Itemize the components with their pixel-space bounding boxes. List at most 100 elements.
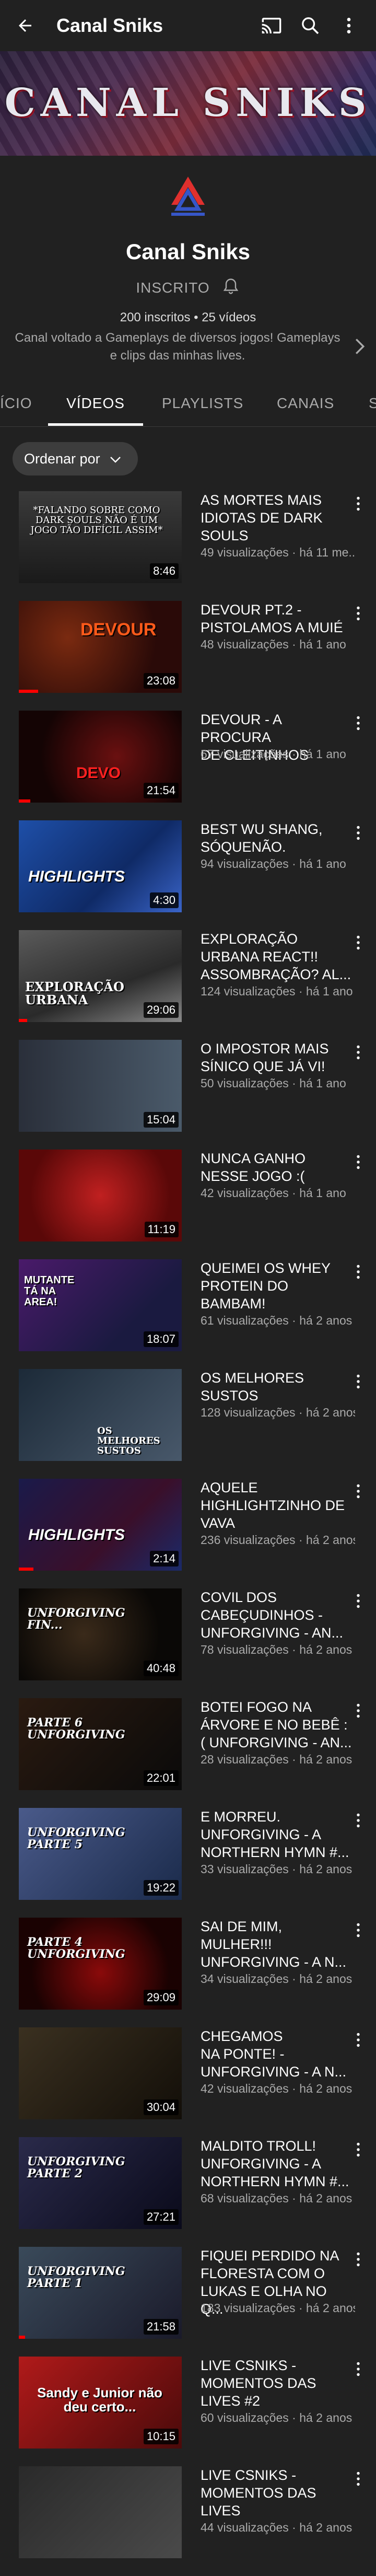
video-more-options-icon[interactable] xyxy=(353,1043,363,1064)
video-title[interactable]: LIVE CSNIKS - MOMENTOS DAS LIVES #2 xyxy=(201,2357,352,2410)
video-item[interactable]: 11:19 NUNCA GANHO NESSE JOGO :(42 visualiz… xyxy=(0,1150,376,1259)
video-item[interactable]: HIGHLIGHTS 4:30 BEST WU SHANG, SÓQUENÃO. 94 … xyxy=(0,820,376,930)
video-thumbnail[interactable]: HIGHLIGHTS 2:14 xyxy=(19,1479,182,1571)
video-title-line: LIVE CSNIKS - xyxy=(201,2467,297,2483)
video-more-options-icon[interactable] xyxy=(353,1262,363,1283)
channel-description[interactable]: Canal voltado a Gameplays de diversos jo… xyxy=(10,329,345,365)
sort-dropdown[interactable]: Ordenar por xyxy=(13,442,138,475)
video-item[interactable]: OS MELHORES SUSTOS OS MELHORES SUSTOS 128 v… xyxy=(0,1369,376,1479)
video-item[interactable]: PARTE 6 UNFORGIVING 22:01 BOTEI FOGO NA ÁRV… xyxy=(0,1698,376,1808)
video-title[interactable]: MALDITO TROLL! UNFORGIVING - A NORTHERN HY… xyxy=(201,2137,352,2190)
video-thumbnail[interactable]: HIGHLIGHTS 4:30 xyxy=(19,820,182,912)
description-line-2: e clips das minhas lives. xyxy=(110,349,245,363)
video-item[interactable]: DEVO 21:54 DEVOUR - A PROCURA DE CLEITINHOS… xyxy=(0,711,376,820)
video-more-options-icon[interactable] xyxy=(353,1592,363,1612)
video-title[interactable]: DEVOUR PT.2 - PISTOLAMOS A MUIÉ xyxy=(201,601,352,636)
video-thumbnail[interactable]: UNFORGIVING PARTE 2 27:21 xyxy=(19,2137,182,2229)
back-arrow-icon[interactable] xyxy=(15,15,36,36)
video-title[interactable]: BEST WU SHANG, SÓQUENÃO. xyxy=(201,820,352,856)
tab-canais[interactable]: CANAIS xyxy=(277,380,334,426)
more-options-icon[interactable] xyxy=(337,14,360,37)
video-more-options-icon[interactable] xyxy=(353,1701,363,1722)
video-more-options-icon[interactable] xyxy=(353,714,363,735)
video-duration: 29:06 xyxy=(143,1002,179,1018)
cast-icon[interactable] xyxy=(260,14,283,37)
video-title[interactable]: CHEGAMOS NA PONTE! - UNFORGIVING - A N... xyxy=(201,2027,352,2081)
video-more-options-icon[interactable] xyxy=(353,2360,363,2381)
chevron-right-icon[interactable] xyxy=(353,338,367,358)
video-item[interactable]: HIGHLIGHTS 2:14 AQUELE HIGHLIGHTZINHO DE VAV… xyxy=(0,1479,376,1588)
video-item[interactable]: 15:04 O IMPOSTOR MAIS SÍNICO QUE JÁ VI! 50 … xyxy=(0,1040,376,1150)
video-title[interactable]: BOTEI FOGO NA ÁRVORE E NO BEBÊ : ( UNFORGI… xyxy=(201,1698,352,1751)
video-title[interactable]: O IMPOSTOR MAIS SÍNICO QUE JÁ VI! xyxy=(201,1040,352,1075)
video-thumbnail[interactable]: 11:19 xyxy=(19,1150,182,1241)
tab-videos[interactable]: VÍDEOS xyxy=(48,380,143,426)
video-more-options-icon[interactable] xyxy=(353,1811,363,1832)
video-title[interactable]: OS MELHORES SUSTOS xyxy=(201,1369,352,1405)
tab-sobre[interactable]: S xyxy=(369,380,376,426)
video-title[interactable]: COVIL DOS CABEÇUDINHOS - UNFORGIVING - AN.… xyxy=(201,1588,352,1642)
video-item[interactable]: UNFORGIVING PARTE 5 19:22 E MORREU. UNFORGI… xyxy=(0,1808,376,1918)
video-thumbnail[interactable]: OS MELHORES SUSTOS xyxy=(19,1369,182,1461)
video-item[interactable]: MUTANTE TÁ NA AREA! 18:07 QUEIMEI OS WHEY P… xyxy=(0,1259,376,1369)
video-more-options-icon[interactable] xyxy=(353,2030,363,2051)
video-thumbnail[interactable]: Sandy e Junior não deu certo... 10:15 xyxy=(19,2357,182,2449)
thumbnail-text: MUTANTE TÁ NA AREA! xyxy=(24,1274,75,1308)
video-thumbnail[interactable]: *FALANDO SOBRE COMO DARK SOULS NÃO É UM … xyxy=(19,491,182,583)
video-item[interactable]: UNFORGIVING PARTE 2 27:21 MALDITO TROLL! UN… xyxy=(0,2137,376,2247)
video-item[interactable]: Sandy e Junior não deu certo... 10:15 LIVE… xyxy=(0,2357,376,2466)
video-title[interactable]: QUEIMEI OS WHEY PROTEIN DO BAMBAM! xyxy=(201,1259,352,1313)
video-item[interactable]: EXPLORAÇÃO URBANA 29:06 EXPLORAÇÃO URBANA R… xyxy=(0,930,376,1040)
video-item[interactable]: *FALANDO SOBRE COMO DARK SOULS NÃO É UM … xyxy=(0,491,376,601)
video-thumbnail[interactable]: 30:04 xyxy=(19,2027,182,2119)
video-thumbnail[interactable]: PARTE 4 UNFORGIVING 29:09 xyxy=(19,1918,182,2010)
video-more-options-icon[interactable] xyxy=(353,1372,363,1393)
video-item[interactable]: UNFORGIVING PARTE 1 21:58 FIQUEI PERDIDO N… xyxy=(0,2247,376,2357)
video-thumbnail[interactable]: UNFORGIVING PARTE 5 19:22 xyxy=(19,1808,182,1900)
video-more-options-icon[interactable] xyxy=(353,1482,363,1503)
video-more-options-icon[interactable] xyxy=(353,2140,363,2161)
notification-bell-icon[interactable] xyxy=(221,277,240,298)
video-more-options-icon[interactable] xyxy=(353,2250,363,2271)
subscribed-button[interactable]: INSCRITO xyxy=(136,280,209,296)
tab-playlists[interactable]: PLAYLISTS xyxy=(162,380,243,426)
video-title[interactable]: AS MORTES MAIS IDIOTAS DE DARK SOULS xyxy=(201,491,352,544)
video-title[interactable]: NUNCA GANHO NESSE JOGO :( xyxy=(201,1150,352,1185)
video-duration: 23:08 xyxy=(143,673,179,689)
video-more-options-icon[interactable] xyxy=(353,494,363,515)
thumbnail-text: UNFORGIVING PARTE 2 xyxy=(27,2155,125,2181)
video-more-options-icon[interactable] xyxy=(353,2469,363,2490)
video-more-options-icon[interactable] xyxy=(353,1921,363,1942)
video-thumbnail[interactable]: MUTANTE TÁ NA AREA! 18:07 xyxy=(19,1259,182,1351)
video-item[interactable]: DEVOUR 23:08 DEVOUR PT.2 - PISTOLAMOS A MUI… xyxy=(0,601,376,711)
video-title[interactable]: E MORREU. UNFORGIVING - A NORTHERN HYMN #.… xyxy=(201,1808,352,1861)
video-thumbnail[interactable]: UNFORGIVING FIN... 40:48 xyxy=(19,1588,182,1680)
video-title[interactable]: SAI DE MIM, MULHER!!! UNFORGIVING - A N... xyxy=(201,1918,352,1971)
tab-inicio[interactable]: ÍCIO xyxy=(0,380,32,426)
channel-avatar[interactable] xyxy=(162,170,214,223)
video-thumbnail[interactable]: DEVOUR 23:08 xyxy=(19,601,182,693)
video-thumbnail[interactable]: DEVO 21:54 xyxy=(19,711,182,803)
video-duration: 27:21 xyxy=(143,2209,179,2225)
video-thumbnail[interactable]: EXPLORAÇÃO URBANA 29:06 xyxy=(19,930,182,1022)
search-icon[interactable] xyxy=(299,14,322,37)
video-title-line: UNFORGIVING - A xyxy=(201,1827,322,1842)
video-thumbnail[interactable] xyxy=(19,2466,182,2558)
channel-tabs: ÍCIO VÍDEOS PLAYLISTS CANAIS S xyxy=(0,380,376,427)
video-item[interactable]: UNFORGIVING FIN... 40:48 COVIL DOS CABEÇUDI… xyxy=(0,1588,376,1698)
video-title[interactable]: EXPLORAÇÃO URBANA REACT!! ASSOMBRAÇÃO? AL.… xyxy=(201,930,352,983)
video-title-line: UNFORGIVING - A N... xyxy=(201,1954,347,1970)
video-thumbnail[interactable]: 15:04 xyxy=(19,1040,182,1132)
video-title[interactable]: LIVE CSNIKS - MOMENTOS DAS LIVES xyxy=(201,2466,352,2520)
video-item[interactable]: LIVE CSNIKS - MOMENTOS DAS LIVES 44 visuali… xyxy=(0,2466,376,2576)
video-more-options-icon[interactable] xyxy=(353,604,363,625)
video-thumbnail[interactable]: PARTE 6 UNFORGIVING 22:01 xyxy=(19,1698,182,1790)
video-thumbnail[interactable]: UNFORGIVING PARTE 1 21:58 xyxy=(19,2247,182,2339)
video-title[interactable]: AQUELE HIGHLIGHTZINHO DE VAVA xyxy=(201,1479,352,1532)
video-more-options-icon[interactable] xyxy=(353,823,363,844)
video-item[interactable]: 30:04 CHEGAMOS NA PONTE! - UNFORGIVING - A … xyxy=(0,2027,376,2137)
video-item[interactable]: PARTE 4 UNFORGIVING 29:09 SAI DE MIM, MULHE… xyxy=(0,1918,376,2027)
banner-text: CANAL SNIKS xyxy=(4,80,372,125)
video-more-options-icon[interactable] xyxy=(353,1153,363,1174)
video-more-options-icon[interactable] xyxy=(353,933,363,954)
